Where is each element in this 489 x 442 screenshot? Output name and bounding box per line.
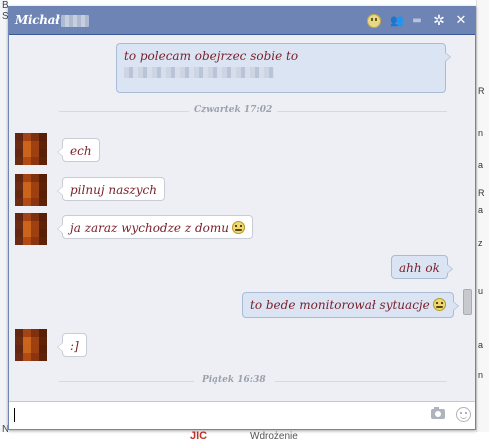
contact-surname-redacted xyxy=(61,15,89,27)
emoji-picker-icon[interactable] xyxy=(456,407,471,422)
redacted-link[interactable] xyxy=(124,67,274,78)
message-outgoing: to bede monitorował sytuacje xyxy=(242,292,459,318)
timestamp: Czwartek 17:02 xyxy=(194,105,273,115)
message-incoming: ech xyxy=(57,138,100,162)
background-right-mark: a xyxy=(478,340,484,350)
background-left-column xyxy=(0,0,8,442)
timestamp-divider-left xyxy=(59,381,194,382)
timestamp-divider-left xyxy=(59,111,189,112)
message-outgoing: to polecam obejrzec sobie to xyxy=(116,43,451,93)
timestamp-divider-right xyxy=(277,111,447,112)
message-text: ahh ok xyxy=(399,261,440,275)
background-right-mark: a xyxy=(478,160,484,170)
chat-titlebar[interactable]: Michał 👥 ▬ ✲ ✕ xyxy=(9,7,475,35)
background-right-mark: R xyxy=(478,188,485,198)
background-right-mark: z xyxy=(478,238,483,248)
message-outgoing: ahh ok xyxy=(391,255,453,279)
background-right-mark: u xyxy=(478,286,484,296)
message-text: ech xyxy=(70,144,92,158)
chat-window: Michał 👥 ▬ ✲ ✕ to polecam obejrzec sobie… xyxy=(8,6,476,430)
avatar[interactable] xyxy=(15,174,47,206)
message-incoming: pilnuj naszych xyxy=(57,177,165,201)
close-icon[interactable]: ✕ xyxy=(453,13,469,29)
message-text: to bede monitorował sytuacje xyxy=(250,298,430,312)
background-right-mark: a xyxy=(478,205,484,215)
smiley-icon[interactable] xyxy=(367,14,381,28)
message-text: pilnuj naszych xyxy=(70,183,157,197)
timestamp-divider-right xyxy=(275,381,447,382)
message-text: ja zaraz wychodze z domu xyxy=(70,221,229,235)
gear-icon[interactable]: ✲ xyxy=(431,13,447,29)
add-friends-icon[interactable]: 👥 xyxy=(389,13,405,29)
background-bottom-strip xyxy=(0,432,489,442)
grimace-emoji-icon xyxy=(232,221,245,234)
message-text: :] xyxy=(70,339,79,353)
contact-name[interactable]: Michał xyxy=(15,13,60,27)
message-text: to polecam obejrzec sobie to xyxy=(124,49,299,63)
avatar[interactable] xyxy=(15,329,47,361)
background-right-mark: n xyxy=(478,370,484,380)
message-incoming: ja zaraz wychodze z domu xyxy=(57,215,253,239)
camera-icon[interactable] xyxy=(431,407,445,419)
smile-emoji-icon xyxy=(432,298,446,311)
background-bottom-logo: JIC xyxy=(190,430,208,442)
scrollbar-thumb[interactable] xyxy=(463,289,472,315)
text-caret xyxy=(14,408,15,422)
background-bottom-text: Wdrożenie xyxy=(250,431,298,442)
video-call-icon[interactable]: ▬ xyxy=(409,13,425,29)
message-input[interactable] xyxy=(13,406,413,424)
timestamp: Piątek 16:38 xyxy=(202,375,266,385)
message-composer xyxy=(9,401,475,429)
avatar[interactable] xyxy=(15,133,47,165)
message-incoming: :] xyxy=(57,333,87,357)
avatar[interactable] xyxy=(15,213,47,245)
conversation-scrollbar[interactable] xyxy=(461,35,473,401)
background-right-mark: n xyxy=(478,128,484,138)
background-right-mark: R xyxy=(478,86,485,96)
